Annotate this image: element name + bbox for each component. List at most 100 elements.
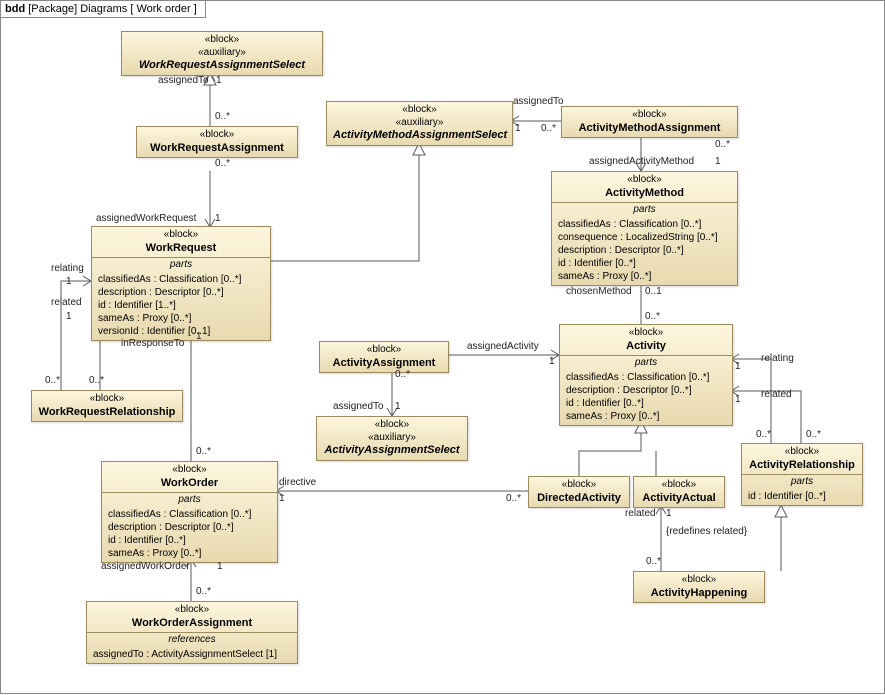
block-activity-method-assignment[interactable]: «block» ActivityMethodAssignment <box>561 106 738 138</box>
assoc-mult: 1 <box>66 311 72 322</box>
assoc-mult: 1 <box>395 401 401 412</box>
assoc-mult: 0..* <box>806 429 821 440</box>
stereotype: «block» <box>640 479 718 492</box>
part: sameAs : Proxy [0..*] <box>566 410 726 423</box>
parts-list: classifiedAs : Classification [0..*] des… <box>92 271 270 340</box>
part: sameAs : Proxy [0..*] <box>558 270 731 283</box>
stereotype: «block» <box>38 393 176 406</box>
assoc-mult: 1 <box>215 213 221 224</box>
section-title: parts <box>742 474 862 488</box>
block-name: ActivityAssignmentSelect <box>323 444 461 458</box>
stereotype: «block» <box>326 344 442 357</box>
block-activity-assignment[interactable]: «block» ActivityAssignment <box>319 341 449 373</box>
assoc-role: directive <box>279 477 316 488</box>
block-activity-actual[interactable]: «block» ActivityActual <box>633 476 725 508</box>
assoc-role: inResponseTo <box>121 338 184 349</box>
part: description : Descriptor [0..*] <box>566 384 726 397</box>
block-activity-method-assignment-select[interactable]: «block» «auxiliary» ActivityMethodAssign… <box>326 101 513 146</box>
block-work-request-assignment[interactable]: «block» WorkRequestAssignment <box>136 126 298 158</box>
frame-title-tab: bdd [Package] Diagrams [ Work order ] <box>1 1 206 18</box>
stereotype: «block» <box>98 229 264 242</box>
parts-list: classifiedAs : Classification [0..*] des… <box>102 506 277 562</box>
stereotype: «block» <box>128 34 316 47</box>
part: sameAs : Proxy [0..*] <box>108 547 271 560</box>
parts-list: classifiedAs : Classification [0..*] con… <box>552 216 737 285</box>
block-activity[interactable]: «block» Activity parts classifiedAs : Cl… <box>559 324 733 426</box>
stereotype: «auxiliary» <box>323 432 461 445</box>
block-name: DirectedActivity <box>535 492 623 506</box>
section-title: parts <box>102 492 277 506</box>
block-name: Activity <box>566 340 726 354</box>
assoc-mult: 0..* <box>215 111 230 122</box>
assoc-role: related <box>625 508 656 519</box>
block-activity-relationship[interactable]: «block» ActivityRelationship parts id : … <box>741 443 863 506</box>
assoc-mult: 0..* <box>645 311 660 322</box>
stereotype: «block» <box>748 446 856 459</box>
block-name: ActivityHappening <box>640 587 758 601</box>
assoc-role: relating <box>51 263 84 274</box>
block-work-request-assignment-select[interactable]: «block» «auxiliary» WorkRequestAssignmen… <box>121 31 323 76</box>
block-name: ActivityMethodAssignmentSelect <box>333 129 506 143</box>
assoc-role: assignedActivityMethod <box>589 156 694 167</box>
stereotype: «block» <box>323 419 461 432</box>
block-work-order-assignment[interactable]: «block» WorkOrderAssignment references a… <box>86 601 298 664</box>
stereotype: «block» <box>535 479 623 492</box>
block-name: WorkRequestRelationship <box>38 406 176 420</box>
block-name: WorkRequestAssignment <box>143 142 291 156</box>
block-name: ActivityMethodAssignment <box>568 122 731 136</box>
block-directed-activity[interactable]: «block» DirectedActivity <box>528 476 630 508</box>
assoc-mult: 1 <box>715 156 721 167</box>
block-name: ActivityActual <box>640 492 718 506</box>
section-title: parts <box>92 257 270 271</box>
part: classifiedAs : Classification [0..*] <box>558 218 731 231</box>
frame-prefix: bdd <box>5 3 25 15</box>
assoc-role: chosenMethod <box>566 286 632 297</box>
assoc-mult: 0..* <box>541 123 556 134</box>
stereotype: «block» <box>566 327 726 340</box>
block-work-request[interactable]: «block» WorkRequest parts classifiedAs :… <box>91 226 271 341</box>
stereotype: «block» <box>93 604 291 617</box>
assoc-role: relating <box>761 353 794 364</box>
assoc-mult: 0..* <box>196 446 211 457</box>
assoc-mult: 0..* <box>395 369 410 380</box>
diagram-frame: bdd [Package] Diagrams [ Work order ] <box>0 0 885 694</box>
parts-list: classifiedAs : Classification [0..*] des… <box>560 369 732 425</box>
stereotype: «block» <box>333 104 506 117</box>
block-name: ActivityRelationship <box>748 459 856 473</box>
assoc-mult: 1 <box>515 123 521 134</box>
parts-list: id : Identifier [0..*] <box>742 488 862 505</box>
assoc-mult: 1 <box>196 331 202 342</box>
part: id : Identifier [0..*] <box>566 397 726 410</box>
stereotype: «block» <box>640 574 758 587</box>
part: classifiedAs : Classification [0..*] <box>108 508 271 521</box>
assoc-mult: 1 <box>279 493 285 504</box>
assoc-mult: 1 <box>549 356 555 367</box>
assoc-mult: 0..* <box>196 586 211 597</box>
part: consequence : LocalizedString [0..*] <box>558 231 731 244</box>
block-name: WorkOrder <box>108 477 271 491</box>
stereotype: «block» <box>568 109 731 122</box>
part: id : Identifier [0..*] <box>748 490 856 503</box>
assoc-mult: 1 <box>735 394 741 405</box>
assoc-mult: 1 <box>217 561 223 572</box>
part: versionId : Identifier [0..1] <box>98 325 264 338</box>
block-work-order[interactable]: «block» WorkOrder parts classifiedAs : C… <box>101 461 278 563</box>
assoc-mult: 1 <box>216 75 222 86</box>
block-activity-happening[interactable]: «block» ActivityHappening <box>633 571 765 603</box>
assoc-mult: 0..* <box>506 493 521 504</box>
block-activity-assignment-select[interactable]: «block» «auxiliary» ActivityAssignmentSe… <box>316 416 468 461</box>
part: classifiedAs : Classification [0..*] <box>98 273 264 286</box>
part: description : Descriptor [0..*] <box>558 244 731 257</box>
assoc-role: related <box>761 389 792 400</box>
block-activity-method[interactable]: «block» ActivityMethod parts classifiedA… <box>551 171 738 286</box>
block-name: ActivityAssignment <box>326 357 442 371</box>
assoc-role: related <box>51 297 82 308</box>
assoc-role: assignedActivity <box>467 341 539 352</box>
section-title: parts <box>552 202 737 216</box>
assoc-mult: 0..* <box>215 158 230 169</box>
assoc-mult: 0..* <box>715 139 730 150</box>
block-work-request-relationship[interactable]: «block» WorkRequestRelationship <box>31 390 183 422</box>
section-title: references <box>87 632 297 646</box>
assoc-mult: 0..* <box>89 375 104 386</box>
part: description : Descriptor [0..*] <box>108 521 271 534</box>
